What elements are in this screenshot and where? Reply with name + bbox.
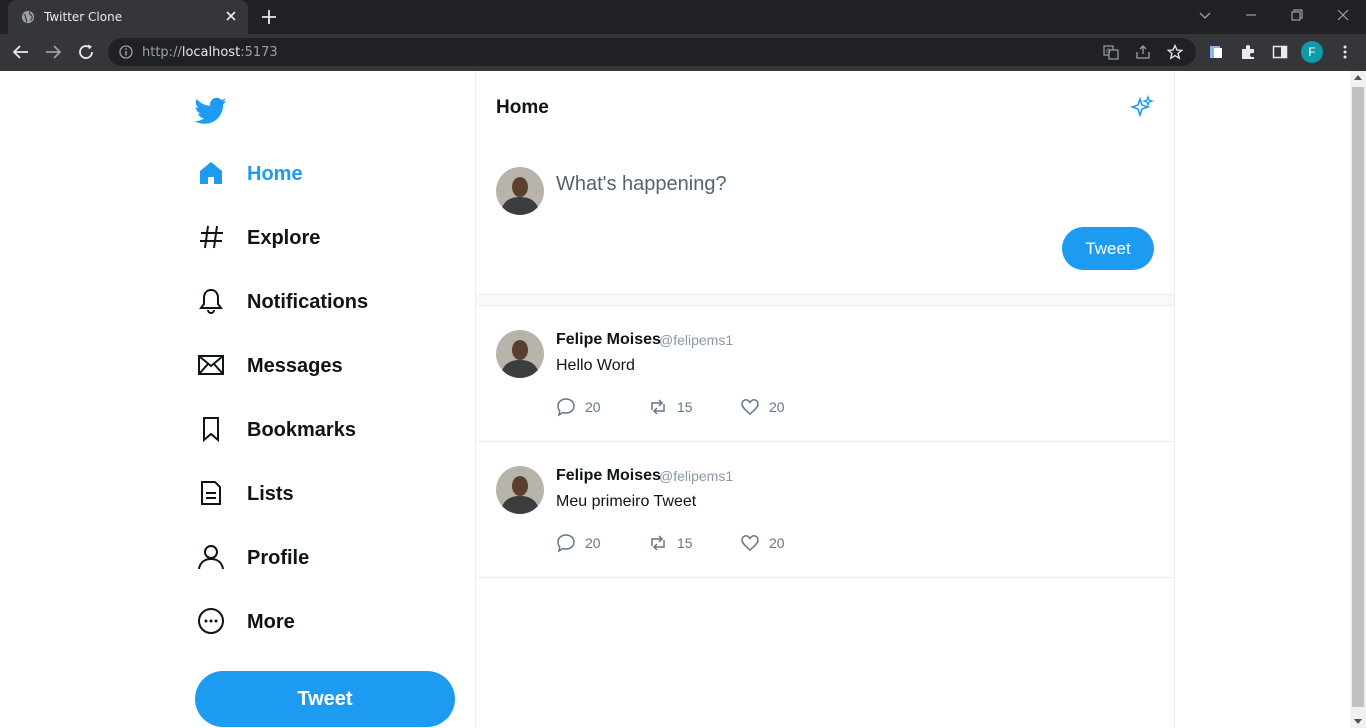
tweet-item[interactable]: Felipe Moises @felipems1 Meu primeiro Tw… xyxy=(476,442,1174,578)
reply-count: 20 xyxy=(585,399,601,415)
sidebar-item-lists[interactable]: Lists xyxy=(195,475,455,515)
scrollbar-thumb[interactable] xyxy=(1352,87,1364,707)
comment-icon xyxy=(557,398,575,417)
bell-icon xyxy=(199,288,223,314)
retweet-button[interactable]: 15 xyxy=(648,533,693,553)
sidebar-item-home[interactable]: Home xyxy=(195,155,455,195)
tweet-author-handle: @felipems1 xyxy=(659,468,734,484)
reply-button[interactable]: 20 xyxy=(556,397,601,417)
like-button[interactable]: 20 xyxy=(740,397,785,417)
info-icon[interactable] xyxy=(119,45,133,59)
restore-icon[interactable] xyxy=(1290,8,1304,22)
reply-button[interactable]: 20 xyxy=(556,533,601,553)
svg-text:G: G xyxy=(1106,48,1111,55)
globe-icon xyxy=(21,10,35,24)
sidebar-item-bookmarks[interactable]: Bookmarks xyxy=(195,411,455,451)
new-tab-icon[interactable] xyxy=(260,8,278,26)
tab-title: Twitter Clone xyxy=(44,10,123,24)
tweet-author-name[interactable]: Felipe Moises xyxy=(556,467,661,485)
main-timeline: Home Tweet Felipe Moises @felipems1 Hell… xyxy=(475,71,1175,728)
extension-icon[interactable] xyxy=(1208,44,1224,60)
heart-icon xyxy=(741,399,759,415)
retweet-count: 15 xyxy=(677,399,693,415)
sidebar-item-label: Notifications xyxy=(247,291,369,313)
translate-icon[interactable]: G xyxy=(1103,44,1119,60)
back-icon[interactable] xyxy=(12,43,30,61)
home-icon xyxy=(200,162,222,184)
share-icon[interactable] xyxy=(1135,44,1151,60)
retweet-count: 15 xyxy=(677,535,693,551)
tweet-author-handle: @felipems1 xyxy=(659,332,734,348)
sidebar-item-more[interactable]: More xyxy=(195,603,455,643)
puzzle-icon[interactable] xyxy=(1240,44,1256,60)
page-scrollbar[interactable] xyxy=(1350,71,1366,728)
hashtag-icon xyxy=(200,225,223,249)
minimize-icon[interactable] xyxy=(1244,8,1258,22)
tweet-text: Hello Word xyxy=(556,357,635,374)
sidebar-tweet-button[interactable]: Tweet xyxy=(195,671,455,727)
tweet-item[interactable]: Felipe Moises @felipems1 Hello Word 20 1… xyxy=(476,306,1174,442)
sidebar-item-label: Lists xyxy=(247,483,294,505)
like-button[interactable]: 20 xyxy=(740,533,785,553)
section-divider xyxy=(476,294,1174,306)
reload-icon[interactable] xyxy=(77,43,95,61)
sidebar-item-label: More xyxy=(247,611,295,633)
sidebar-item-label: Home xyxy=(247,163,303,185)
heart-icon xyxy=(741,535,759,551)
sidebar-item-label: Bookmarks xyxy=(247,419,356,441)
page-title: Home xyxy=(496,97,549,118)
scroll-down-arrow[interactable] xyxy=(1354,719,1362,724)
reply-count: 20 xyxy=(585,535,601,551)
twitter-logo-icon[interactable] xyxy=(195,97,227,125)
avatar[interactable] xyxy=(496,466,544,514)
envelope-icon xyxy=(198,355,224,375)
browser-tab-bar: Twitter Clone xyxy=(0,0,1366,34)
profile-avatar[interactable]: F xyxy=(1301,41,1323,63)
list-icon xyxy=(201,481,221,505)
more-icon xyxy=(198,608,224,634)
close-window-icon[interactable] xyxy=(1336,8,1350,22)
retweet-button[interactable]: 15 xyxy=(648,397,693,417)
compose-tweet-button[interactable]: Tweet xyxy=(1062,227,1154,270)
side-panel-icon[interactable] xyxy=(1272,44,1288,60)
comment-icon xyxy=(557,534,575,553)
sidebar-item-messages[interactable]: Messages xyxy=(195,347,455,387)
user-icon xyxy=(198,545,224,570)
forward-icon[interactable] xyxy=(44,43,62,61)
browser-toolbar: http://localhost:5173 G F xyxy=(0,34,1366,71)
url-text: http://localhost:5173 xyxy=(142,45,278,60)
sidebar: Home Explore Notifications Messages Book… xyxy=(195,71,475,728)
sidebar-item-label: Explore xyxy=(247,227,321,249)
like-count: 20 xyxy=(769,399,785,415)
compose-tweet-input[interactable] xyxy=(556,171,1136,197)
close-tab-icon[interactable] xyxy=(224,9,238,23)
tweet-text: Meu primeiro Tweet xyxy=(556,493,697,510)
scroll-up-arrow[interactable] xyxy=(1354,75,1362,80)
retweet-icon xyxy=(651,399,665,415)
sidebar-item-profile[interactable]: Profile xyxy=(195,539,455,579)
bookmark-icon xyxy=(203,417,219,443)
retweet-icon xyxy=(651,535,665,551)
chevron-down-icon[interactable] xyxy=(1198,8,1212,22)
sidebar-item-label: Profile xyxy=(247,547,310,569)
address-bar[interactable]: http://localhost:5173 G xyxy=(108,38,1196,66)
browser-tab[interactable]: Twitter Clone xyxy=(8,0,248,34)
sparkle-icon[interactable] xyxy=(1130,95,1154,119)
sidebar-item-label: Messages xyxy=(247,355,343,377)
avatar[interactable] xyxy=(496,330,544,378)
sidebar-item-notifications[interactable]: Notifications xyxy=(195,283,455,323)
sidebar-item-explore[interactable]: Explore xyxy=(195,219,455,259)
tweet-author-name[interactable]: Felipe Moises xyxy=(556,331,661,349)
kebab-menu-icon[interactable] xyxy=(1337,44,1353,60)
avatar[interactable] xyxy=(496,167,544,215)
like-count: 20 xyxy=(769,535,785,551)
star-icon[interactable] xyxy=(1167,44,1183,60)
page-viewport: Home Explore Notifications Messages Book… xyxy=(0,71,1350,728)
